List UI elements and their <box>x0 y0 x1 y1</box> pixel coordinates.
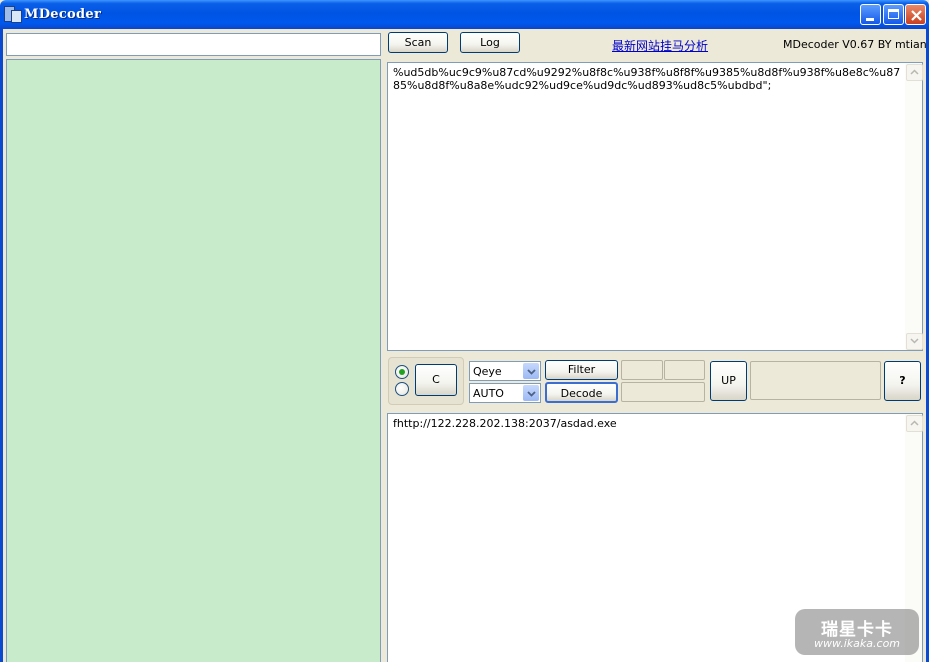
status-field-4 <box>750 361 881 400</box>
chevron-down-icon <box>527 369 536 375</box>
watermark-logo: 瑞星卡卡 www.ikaka.com <box>795 609 919 655</box>
engine-select-value: Qeye <box>473 365 502 378</box>
c-button[interactable]: C <box>415 364 457 396</box>
app-icon <box>4 6 22 23</box>
maximize-button[interactable] <box>883 4 904 25</box>
filter-button[interactable]: Filter <box>545 360 618 380</box>
latest-analysis-link[interactable]: 最新网站挂马分析 <box>612 37 708 54</box>
dropdown-arrow[interactable] <box>523 363 539 379</box>
watermark-url: www.ikaka.com <box>813 637 901 650</box>
close-button[interactable] <box>905 4 926 25</box>
radio-checked-indicator <box>399 369 405 375</box>
maximize-icon <box>888 9 899 19</box>
chevron-up-icon <box>910 420 919 426</box>
decoded-output-text: fhttp://122.228.202.138:2037/asdad.exe <box>393 417 617 430</box>
help-button[interactable]: ? <box>884 361 921 401</box>
scroll-up-button[interactable] <box>906 64 923 81</box>
radio-option-2[interactable] <box>395 382 409 396</box>
encoded-input-textarea[interactable]: %ud5db%uc9c9%u87cd%u9292%u8f8c%u938f%u8f… <box>387 62 923 351</box>
status-field-2 <box>664 360 705 380</box>
status-field-3 <box>621 382 705 402</box>
version-label: MDecoder V0.67 BY mtian <box>783 38 927 51</box>
input-scrollbar[interactable] <box>905 63 923 350</box>
window-frame-left <box>0 29 3 662</box>
file-list-panel[interactable] <box>6 59 381 662</box>
scan-button[interactable]: Scan <box>388 32 448 53</box>
chevron-down-icon <box>910 338 919 344</box>
decode-button[interactable]: Decode <box>545 382 618 403</box>
close-icon <box>911 10 922 21</box>
window-title: MDecoder <box>24 7 102 22</box>
radio-option-1[interactable] <box>395 365 409 379</box>
encoded-input-text: %ud5db%uc9c9%u87cd%u9292%u8f8c%u938f%u8f… <box>393 66 901 92</box>
minimize-icon <box>866 18 874 21</box>
dropdown-arrow[interactable] <box>523 385 539 401</box>
chevron-up-icon <box>910 69 919 75</box>
mode-select-value: AUTO <box>473 387 504 400</box>
scroll-up-button[interactable] <box>906 415 923 432</box>
engine-select[interactable]: Qeye <box>469 361 541 381</box>
minimize-button[interactable] <box>860 4 881 25</box>
scroll-down-button[interactable] <box>906 333 923 350</box>
url-input[interactable] <box>6 33 381 56</box>
mode-select[interactable]: AUTO <box>469 383 541 403</box>
log-button[interactable]: Log <box>460 32 520 53</box>
up-button[interactable]: UP <box>710 361 747 401</box>
status-field-1 <box>621 360 663 380</box>
chevron-down-icon <box>527 391 536 397</box>
title-bar[interactable] <box>0 0 929 29</box>
